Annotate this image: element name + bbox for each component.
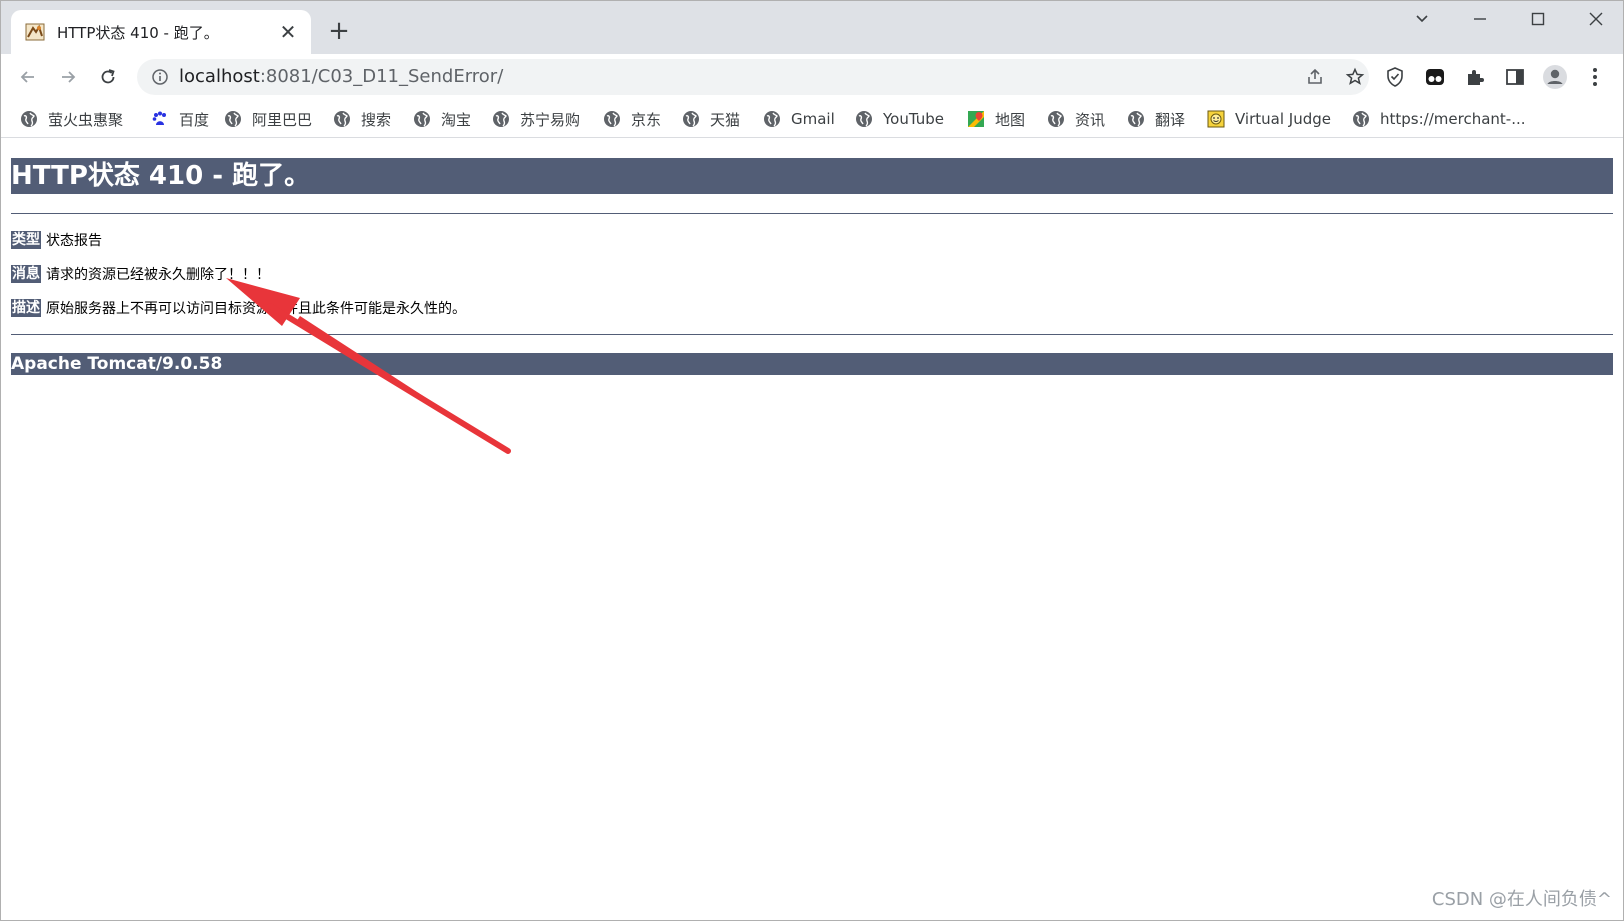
bookmark-label: 资讯 (1075, 110, 1106, 129)
annotation-arrow (226, 278, 511, 454)
globe-icon (492, 110, 510, 128)
bookmark-label: 萤火虫惠聚 (48, 110, 124, 129)
bookmark-label: 百度 (179, 110, 210, 129)
bookmark-label: 天猫 (710, 110, 741, 129)
minimize-icon[interactable] (1458, 4, 1502, 34)
side-panel-icon[interactable] (1501, 63, 1529, 91)
tab-search-chevron-icon[interactable] (1400, 4, 1444, 34)
tab-title: HTTP状态 410 - 跑了。 (57, 23, 219, 42)
bookmark-label: Gmail (791, 110, 835, 128)
bookmark-item[interactable]: 百度 (151, 107, 209, 131)
bookmark-label: https://merchant-... (1380, 110, 1526, 128)
address-bar[interactable]: localhost:8081/C03_D11_SendError/ (137, 59, 1369, 95)
description-label: 描述 (11, 299, 41, 317)
bookmark-label: 京东 (631, 110, 662, 129)
description-value: 原始服务器上不再可以访问目标资源，并且此条件可能是永久性的。 (46, 301, 466, 317)
divider-bottom (11, 334, 1613, 335)
vjudge-icon (1207, 110, 1225, 128)
browser-menu-icon[interactable] (1581, 63, 1609, 91)
url-text[interactable]: localhost:8081/C03_D11_SendError/ (179, 66, 503, 87)
type-value: 状态报告 (46, 233, 102, 249)
back-icon[interactable] (12, 61, 44, 93)
bookmark-item[interactable]: 苏宁易购 (492, 107, 580, 131)
bookmark-label: 翻译 (1155, 110, 1186, 129)
message-row: 消息 请求的资源已经被永久删除了！！！ (11, 264, 270, 284)
baidu-paw-icon (151, 110, 169, 128)
csdn-watermark: CSDN @在人间负债^ (1431, 889, 1612, 910)
bookmark-item[interactable]: Virtual Judge (1207, 107, 1331, 131)
globe-icon (682, 110, 700, 128)
reload-icon[interactable] (92, 61, 124, 93)
message-label: 消息 (11, 265, 41, 283)
active-tab[interactable]: HTTP状态 410 - 跑了。 ✕ (11, 10, 311, 54)
bookmark-item[interactable]: 搜索 (333, 107, 391, 131)
bookmark-label: Virtual Judge (1235, 110, 1331, 128)
bookmark-label: 搜索 (361, 110, 392, 129)
bookmark-star-icon[interactable] (1344, 66, 1366, 88)
bookmark-label: 阿里巴巴 (252, 110, 313, 129)
globe-icon (763, 110, 781, 128)
shield-extension-icon[interactable] (1381, 63, 1409, 91)
browser-window: HTTP状态 410 - 跑了。 ✕ + localhost:8081/C03_… (0, 0, 1624, 921)
type-row: 类型 状态报告 (11, 230, 102, 250)
forward-icon[interactable] (52, 61, 84, 93)
bookmark-label: 地图 (995, 110, 1026, 129)
globe-icon (1047, 110, 1065, 128)
error-heading: HTTP状态 410 - 跑了。 (11, 158, 1613, 194)
bookmark-item[interactable]: 淘宝 (413, 107, 471, 131)
globe-icon (20, 110, 38, 128)
bookmark-item[interactable]: 翻译 (1127, 107, 1185, 131)
bookmark-item[interactable]: 阿里巴巴 (224, 107, 312, 131)
server-info: Apache Tomcat/9.0.58 (11, 353, 1613, 375)
site-info-icon[interactable] (151, 68, 169, 86)
page-content: HTTP状态 410 - 跑了。 类型 状态报告 消息 请求的资源已经被永久删除… (0, 138, 1624, 921)
url-host: localhost (179, 66, 260, 87)
bookmark-label: YouTube (883, 110, 944, 128)
bookmark-item[interactable]: YouTube (855, 107, 944, 131)
divider-top (11, 213, 1613, 214)
globe-icon (603, 110, 621, 128)
bookmark-item[interactable]: https://merchant-... (1352, 107, 1526, 131)
globe-icon (333, 110, 351, 128)
message-value: 请求的资源已经被永久删除了！！！ (46, 267, 270, 283)
globe-icon (855, 110, 873, 128)
tomcat-favicon-icon (25, 22, 45, 42)
bookmark-item[interactable]: Gmail (763, 107, 835, 131)
maximize-icon[interactable] (1516, 4, 1560, 34)
globe-icon (1352, 110, 1370, 128)
close-window-icon[interactable] (1574, 4, 1618, 34)
bookmark-label: 淘宝 (441, 110, 472, 129)
bookmark-item[interactable]: 资讯 (1047, 107, 1105, 131)
share-icon[interactable] (1304, 66, 1326, 88)
bookmark-label: 苏宁易购 (520, 110, 581, 129)
type-label: 类型 (11, 231, 41, 249)
bookmark-item[interactable]: 京东 (603, 107, 661, 131)
globe-icon (413, 110, 431, 128)
bookmark-item[interactable]: 地图 (967, 107, 1025, 131)
profile-avatar-icon[interactable] (1541, 63, 1569, 91)
globe-icon (224, 110, 242, 128)
globe-icon (1127, 110, 1145, 128)
browser-toolbar: localhost:8081/C03_D11_SendError/ (0, 54, 1624, 100)
tab-strip: HTTP状态 410 - 跑了。 ✕ + (0, 0, 1624, 54)
new-tab-button[interactable]: + (325, 16, 353, 46)
bookmark-item[interactable]: 萤火虫惠聚 (20, 107, 123, 131)
tampermonkey-extension-icon[interactable] (1421, 63, 1449, 91)
extensions-puzzle-icon[interactable] (1461, 63, 1489, 91)
url-path: :8081/C03_D11_SendError/ (259, 66, 504, 87)
close-tab-icon[interactable]: ✕ (277, 20, 299, 44)
bookmark-item[interactable]: 天猫 (682, 107, 740, 131)
maps-icon (967, 110, 985, 128)
bookmarks-bar: 萤火虫惠聚 百度 阿里巴巴 搜索 淘宝 苏宁易购 京东 天猫 Gmail YouTube 地图 资讯 翻… (0, 100, 1624, 138)
description-row: 描述 原始服务器上不再可以访问目标资源，并且此条件可能是永久性的。 (11, 298, 466, 318)
